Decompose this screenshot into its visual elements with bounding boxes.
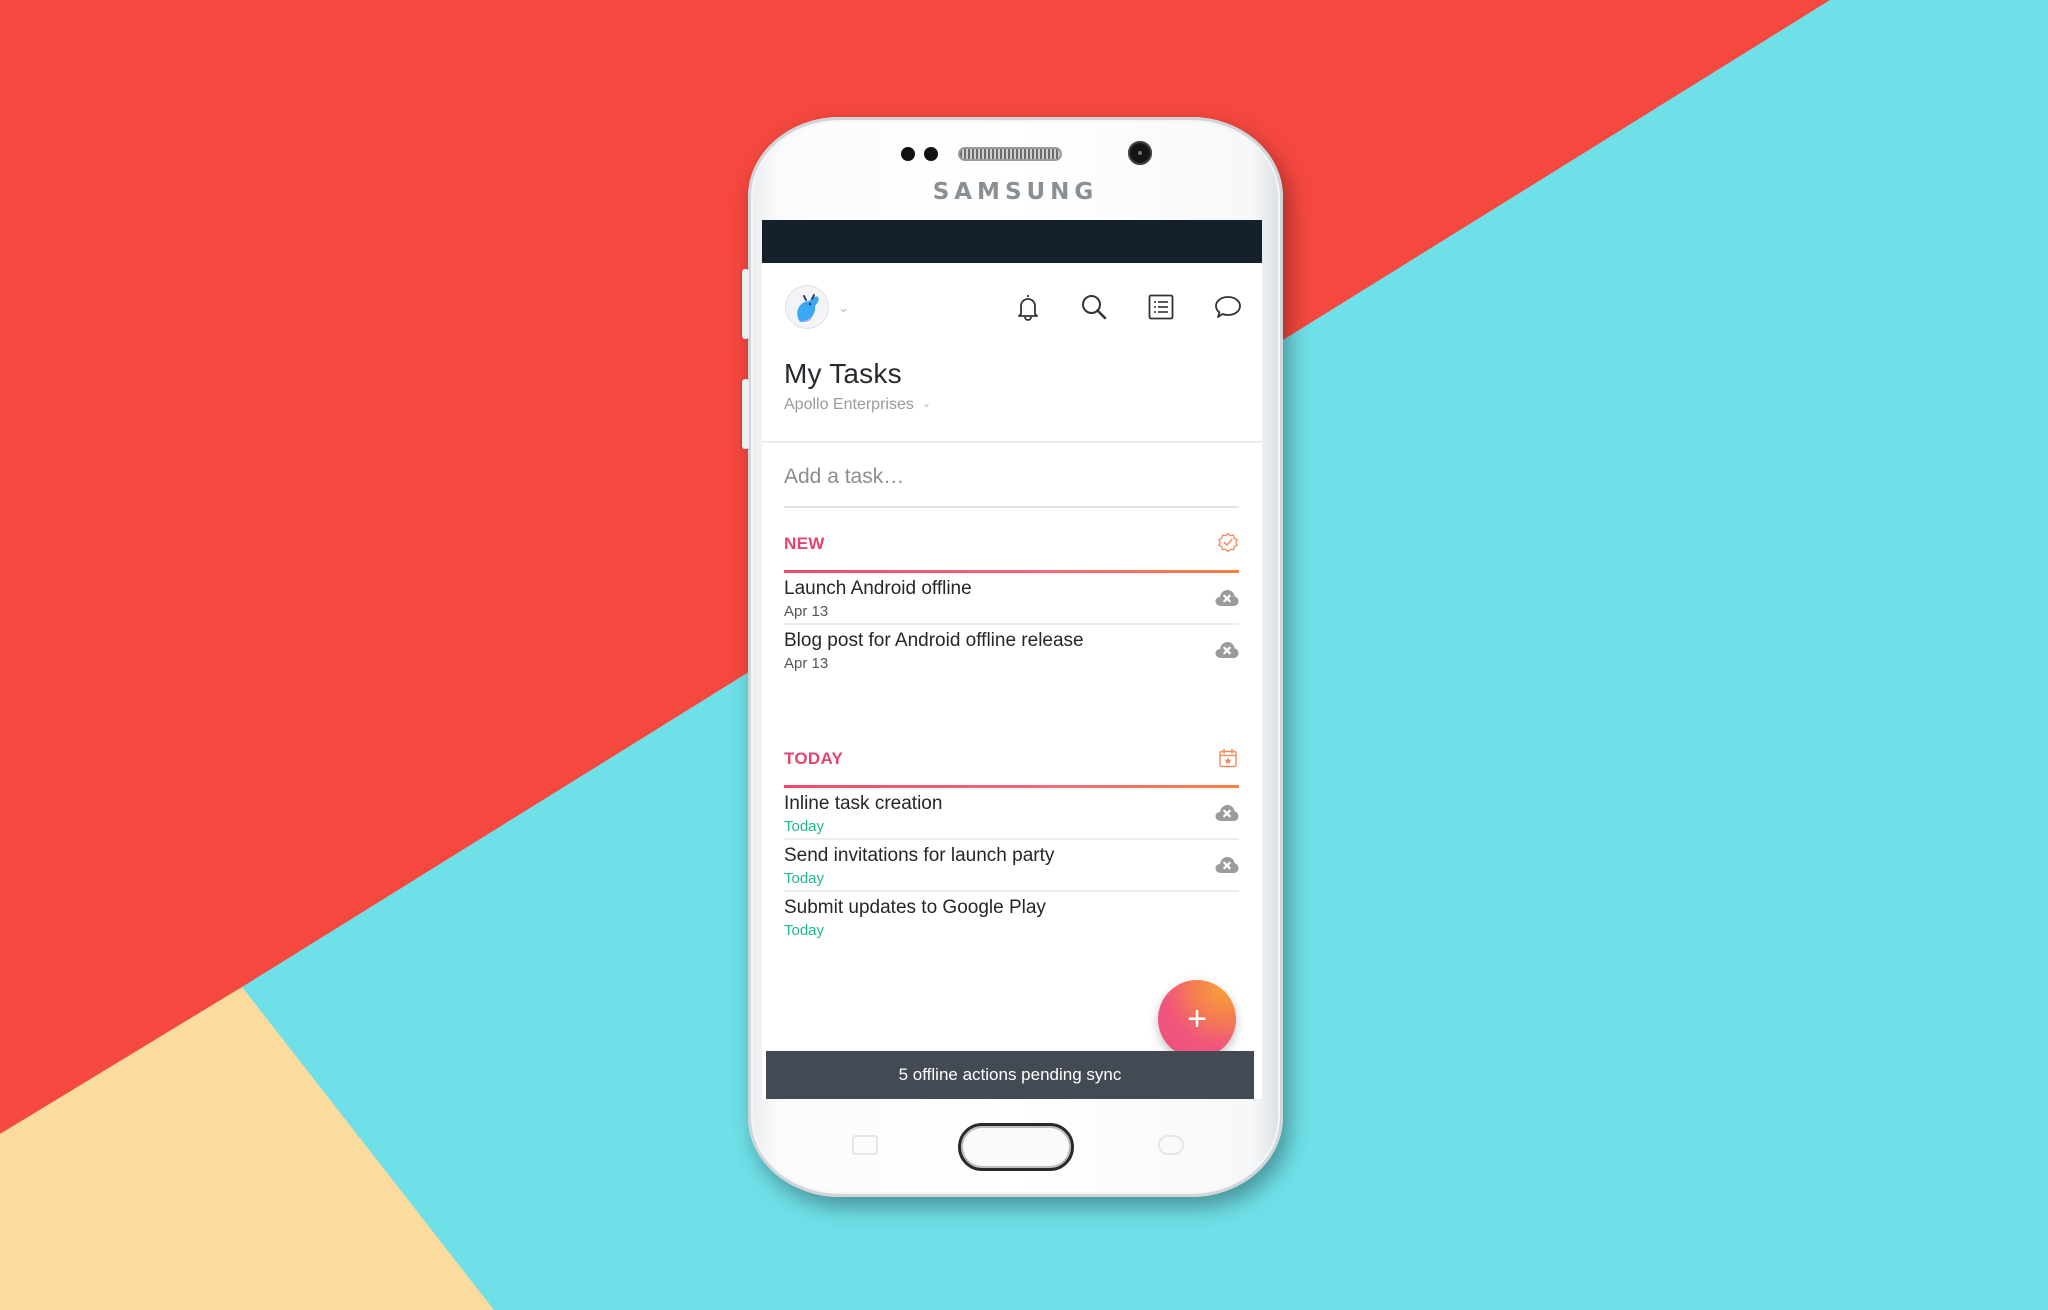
cloud-offline-icon — [1215, 641, 1239, 659]
section-today: TODAY Inline task creation Today Send in… — [784, 735, 1239, 944]
section-new: NEW Launch Android offline Apr 13 Blog p… — [784, 520, 1239, 677]
phone-screen: ⌄ My Tasks Apollo Enterprises ⌄ Add a ta… — [762, 220, 1262, 1099]
cloud-offline-icon — [1215, 589, 1239, 607]
monster-avatar-icon — [797, 294, 819, 322]
back-key[interactable] — [1158, 1135, 1184, 1155]
section-label: TODAY — [784, 749, 844, 768]
volume-up-button — [742, 269, 749, 339]
page-title: My Tasks — [784, 358, 902, 389]
home-button[interactable] — [958, 1123, 1074, 1171]
task-row[interactable]: Launch Android offline Apr 13 — [784, 573, 1239, 625]
workspace-selector[interactable]: Apollo Enterprises ⌄ — [784, 396, 931, 414]
cloud-offline-icon — [1215, 856, 1239, 874]
recent-apps-key[interactable] — [852, 1135, 878, 1155]
bell-icon[interactable] — [1013, 292, 1043, 322]
volume-down-button — [742, 379, 749, 449]
task-due-date: Today — [784, 818, 825, 835]
workspace-name: Apollo Enterprises — [784, 396, 914, 413]
light-sensor — [924, 147, 938, 161]
status-bar — [762, 220, 1262, 263]
user-avatar[interactable] — [785, 285, 829, 329]
task-title: Launch Android offline — [784, 578, 972, 599]
chevron-down-icon[interactable]: ⌄ — [838, 301, 849, 314]
task-due-date: Apr 13 — [784, 603, 829, 620]
plus-icon: + — [1187, 1000, 1207, 1038]
task-title: Submit updates to Google Play — [784, 897, 1046, 918]
task-title: Blog post for Android offline release — [784, 630, 1084, 651]
chat-bubble-icon[interactable] — [1213, 292, 1243, 322]
task-row[interactable]: Submit updates to Google Play Today — [784, 892, 1239, 944]
earpiece-speaker — [958, 147, 1062, 161]
task-title: Inline task creation — [784, 793, 943, 814]
task-row[interactable]: Inline task creation Today — [784, 788, 1239, 840]
sync-snackbar: 5 offline actions pending sync — [766, 1051, 1254, 1099]
search-icon[interactable] — [1079, 292, 1109, 322]
samsung-phone: SAMSUNG ⌄ My Tasks Apollo Enterprises ⌄ … — [742, 117, 1283, 1197]
app-header: ⌄ My Tasks Apollo Enterprises ⌄ — [762, 263, 1262, 443]
section-header: TODAY — [784, 735, 1239, 785]
task-row[interactable]: Blog post for Android offline release Ap… — [784, 625, 1239, 677]
front-camera — [1128, 141, 1152, 165]
add-task-input[interactable] — [784, 448, 1239, 508]
cloud-offline-icon — [1215, 804, 1239, 822]
add-task-fab[interactable]: + — [1158, 980, 1236, 1058]
task-due-date: Apr 13 — [784, 655, 829, 672]
task-due-date: Today — [784, 922, 825, 939]
task-title: Send invitations for launch party — [784, 845, 1055, 866]
list-icon[interactable] — [1146, 292, 1176, 322]
section-header: NEW — [784, 520, 1239, 570]
task-due-date: Today — [784, 870, 825, 887]
task-row[interactable]: Send invitations for launch party Today — [784, 840, 1239, 892]
chevron-down-icon: ⌄ — [921, 398, 932, 410]
brand-logo: SAMSUNG — [932, 179, 1099, 205]
badge-check-icon — [1217, 532, 1239, 554]
snackbar-message: 5 offline actions pending sync — [898, 1065, 1122, 1084]
section-label: NEW — [784, 534, 825, 553]
proximity-sensor — [901, 147, 915, 161]
calendar-star-icon — [1217, 747, 1239, 769]
